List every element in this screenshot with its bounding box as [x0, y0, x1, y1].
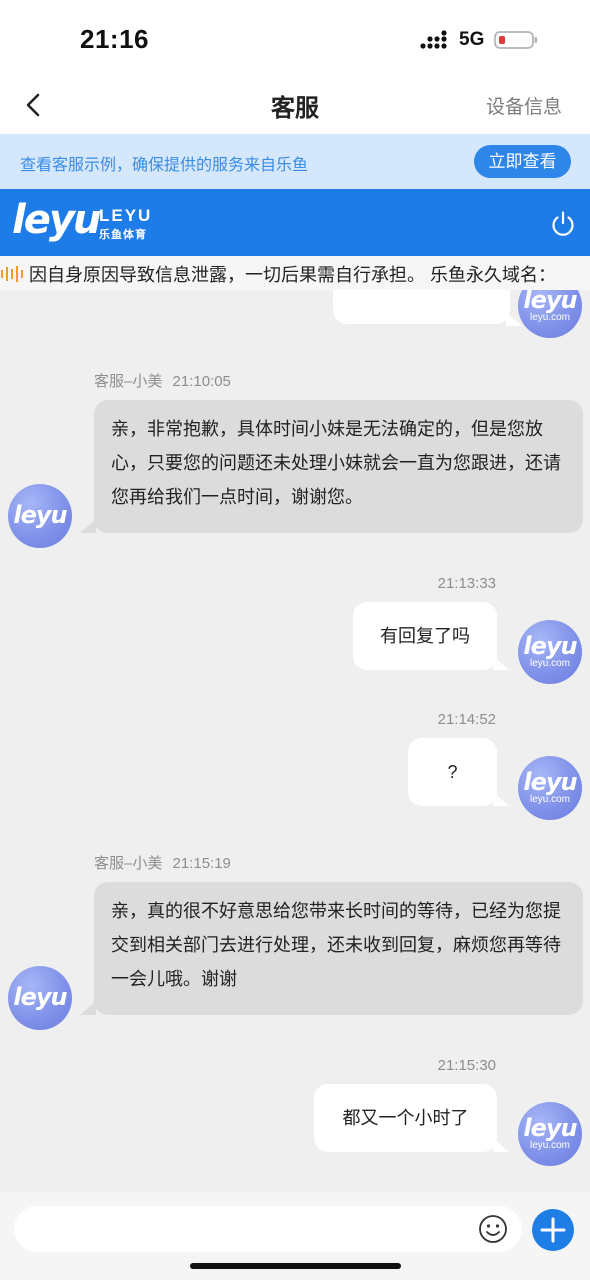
brand-cn-name: 乐鱼体育 [99, 229, 147, 241]
bubble-tail [80, 1001, 96, 1015]
sound-wave-icon [1, 266, 23, 282]
avatar-logo: leyu [13, 501, 67, 529]
status-time: 21:16 [80, 24, 149, 54]
notice-banner: 查看客服示例，确保提供的服务来自乐鱼 立即查看 [0, 134, 590, 189]
chat-area[interactable]: leyu leyu.com 客服–小美 21:10:05 亲，非常抱歉，具体时间… [0, 290, 590, 1192]
avatar-logo: leyu [13, 983, 67, 1011]
user-avatar: leyu leyu.com [518, 756, 582, 820]
bubble-tail [80, 519, 96, 533]
avatar-logo: leyu [523, 632, 577, 660]
device-info-link[interactable]: 设备信息 [486, 92, 562, 119]
brand-logo: leyu [12, 197, 101, 243]
status-bar: 21:16 5G [0, 0, 590, 78]
announcement-text: 因自身原因导致信息泄露，一切后果需自行承担。 乐鱼永久域名： [29, 265, 556, 285]
plus-icon [540, 1217, 566, 1243]
user-avatar: leyu leyu.com [518, 620, 582, 684]
bubble-tail [493, 656, 509, 670]
home-indicator [190, 1263, 401, 1269]
agent-avatar: leyu [8, 484, 72, 548]
message-time: 21:13:33 [437, 575, 496, 592]
message-bubble-user: 都又一个小时了 [314, 1084, 497, 1152]
view-now-button[interactable]: 立即查看 [474, 145, 571, 178]
agent-avatar: leyu [8, 966, 72, 1030]
message-meta: 客服–小美 21:10:05 [94, 370, 231, 391]
bubble-tail [493, 792, 509, 806]
avatar-logo: leyu [523, 290, 577, 314]
smiley-icon[interactable] [478, 1214, 508, 1244]
message-time: 21:15:19 [172, 855, 231, 872]
message-bubble-user: 有回复了吗 [353, 602, 497, 670]
message-input[interactable] [14, 1206, 522, 1252]
brand-bar: leyu LEYU 乐鱼体育 [0, 189, 590, 256]
message-time: 21:10:05 [172, 373, 231, 390]
user-avatar: leyu leyu.com [518, 290, 582, 338]
message-bubble-agent: 亲，非常抱歉，具体时间小妹是无法确定的，但是您放心，只要您的问题还未处理小妹就会… [94, 400, 583, 533]
add-button[interactable] [532, 1209, 574, 1251]
avatar-logo: leyu [523, 1114, 577, 1142]
message-meta: 客服–小美 21:15:19 [94, 852, 231, 873]
message-time: 21:15:30 [437, 1057, 496, 1074]
avatar-logo: leyu [523, 768, 577, 796]
sender-name: 客服–小美 [94, 855, 163, 872]
notice-text: 查看客服示例，确保提供的服务来自乐鱼 [20, 157, 309, 174]
announcement-marquee: 因自身原因导致信息泄露，一切后果需自行承担。 乐鱼永久域名： [0, 256, 590, 290]
brand-latin-name: LEYU [99, 206, 153, 225]
battery-icon [494, 31, 537, 49]
network-label: 5G [459, 29, 485, 50]
nav-bar: 客服 设备信息 [0, 78, 590, 134]
bubble-tail [493, 1138, 509, 1152]
signal-icon [420, 30, 447, 49]
user-avatar: leyu leyu.com [518, 1102, 582, 1166]
input-bar [0, 1192, 590, 1280]
power-icon[interactable] [550, 210, 576, 238]
message-time: 21:14:52 [437, 711, 496, 728]
message-bubble-user [333, 290, 510, 324]
message-bubble-agent: 亲，真的很不好意思给您带来长时间的等待，已经为您提交到相关部门去进行处理，还未收… [94, 882, 583, 1015]
sender-name: 客服–小美 [94, 373, 163, 390]
message-bubble-user: ? [408, 738, 497, 806]
